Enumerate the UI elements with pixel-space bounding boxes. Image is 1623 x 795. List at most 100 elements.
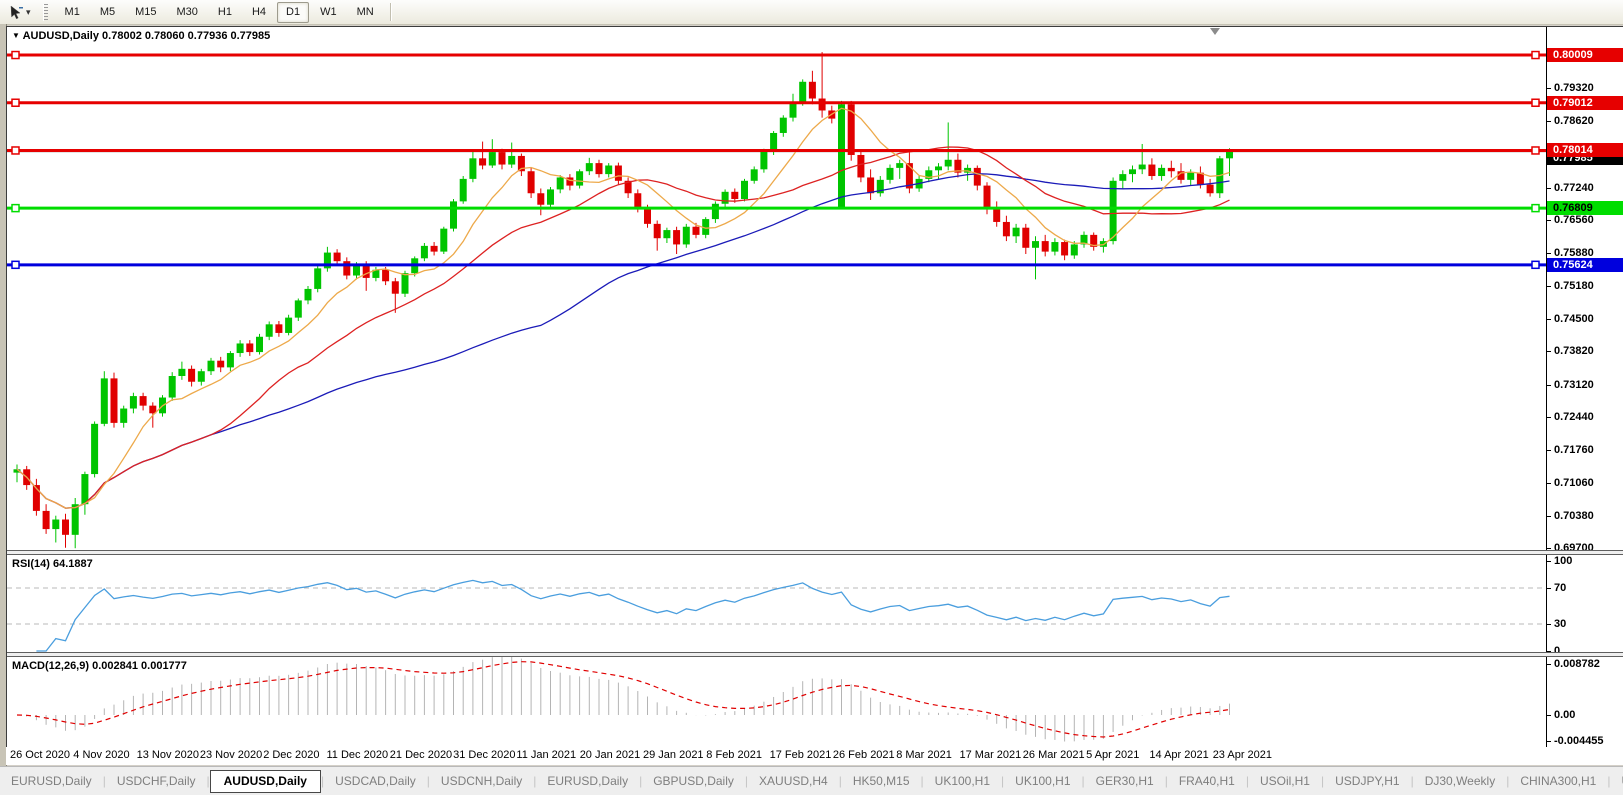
line-handle[interactable] [1532,99,1539,106]
price-axis-label: 0.73120 [1554,379,1594,391]
timeframe-button-h1[interactable]: H1 [209,2,241,23]
line-handle[interactable] [12,99,19,106]
timeframe-button-d1[interactable]: D1 [277,2,309,23]
date-label: 11 Jan 2021 [516,749,576,761]
timeframe-button-m5[interactable]: M5 [91,2,124,23]
horizontal-level-line[interactable] [7,99,1546,106]
chart-tab-gbpusd-daily[interactable]: GBPUSD,Daily [642,770,745,793]
axis-tick [1547,220,1551,221]
horizontal-level-line[interactable] [7,261,1546,268]
rsi-axis-label: 70 [1554,582,1566,594]
axis-tick [1547,319,1551,320]
macd-axis-label: 0.00 [1554,709,1575,721]
line-handle[interactable] [12,205,19,212]
line-handle[interactable] [1532,52,1539,59]
chart-tab-usdcad-daily[interactable]: USDCAD,Daily [324,770,427,793]
chart-tab-u[interactable]: U [1610,770,1623,793]
chart-tab-hk50-m15[interactable]: HK50,M15 [842,770,921,793]
chart-shift-marker-icon[interactable] [1210,28,1220,35]
chart-tab-xauusd-h4[interactable]: XAUUSD,H4 [748,770,839,793]
axis-tick [1547,417,1551,418]
rsi-chart[interactable]: RSI(14) 64.1887 [7,555,1546,652]
rsi-axis[interactable]: 10070300 [1546,555,1623,652]
time-axis[interactable]: 26 Oct 20204 Nov 202013 Nov 202023 Nov 2… [6,747,1623,765]
price-axis-label: 0.70380 [1554,510,1594,522]
axis-tick [1547,253,1551,254]
axis-tick [1547,516,1551,517]
timeframe-button-mn[interactable]: MN [348,2,383,23]
price-chart[interactable]: ▼ AUDUSD,Daily 0.78002 0.78060 0.77936 0… [7,27,1546,550]
axis-tick [1547,483,1551,484]
date-label: 8 Feb 2021 [706,749,762,761]
chart-tab-usdchf-daily[interactable]: USDCHF,Daily [106,770,207,793]
line-handle[interactable] [1532,147,1539,154]
price-axis-label: 0.75180 [1554,280,1594,292]
chart-tab-audusd-daily[interactable]: AUDUSD,Daily [210,770,321,793]
chart-tab-china300-h1[interactable]: CHINA300,H1 [1509,770,1607,793]
toolbar-grip-handle[interactable] [43,4,48,21]
price-axis[interactable]: 0.793200.786200.772400.765600.758800.751… [1546,27,1623,550]
ma-slow-line[interactable] [17,174,1230,508]
timeframe-button-h4[interactable]: H4 [243,2,275,23]
chart-tab-eurusd-daily[interactable]: EURUSD,Daily [536,770,639,793]
line-handle[interactable] [12,147,19,154]
chart-collapse-icon[interactable]: ▼ [12,31,20,40]
date-label: 21 Dec 2020 [390,749,452,761]
price-badge: 0.76809 [1547,201,1623,215]
timeframe-button-m30[interactable]: M30 [168,2,207,23]
axis-tick [1547,121,1551,122]
chart-title: ▼ AUDUSD,Daily 0.78002 0.78060 0.77936 0… [12,30,270,42]
date-label: 23 Apr 2021 [1213,749,1272,761]
candles-layer [14,52,1234,548]
chart-tab-uk100-h1[interactable]: UK100,H1 [1004,770,1081,793]
line-handle[interactable] [12,261,19,268]
line-handle[interactable] [12,52,19,59]
horizontal-level-line[interactable] [7,205,1546,212]
rsi-label: RSI(14) 64.1887 [12,558,93,570]
price-axis-label: 0.72440 [1554,411,1594,423]
chart-symbol-period: AUDUSD,Daily [23,30,99,42]
rsi-name: RSI(14) [12,558,50,570]
line-handle[interactable] [1532,205,1539,212]
price-badge: 0.80009 [1547,48,1623,62]
horizontal-level-line[interactable] [7,52,1546,59]
macd-name: MACD(12,26,9) [12,660,89,672]
date-label: 31 Dec 2020 [453,749,515,761]
chart-window: ▼ AUDUSD,Daily 0.78002 0.78060 0.77936 0… [6,26,1623,750]
price-axis-label: 0.77240 [1554,182,1594,194]
crosshair-tool-button[interactable]: ▾ [4,2,36,23]
chevron-down-icon[interactable]: ▾ [26,7,31,18]
chart-tab-fra40-h1[interactable]: FRA40,H1 [1168,770,1246,793]
price-axis-label: 0.79320 [1554,82,1594,94]
date-label: 23 Nov 2020 [200,749,262,761]
date-label: 26 Oct 2020 [10,749,70,761]
line-handle[interactable] [1532,261,1539,268]
price-badge: 0.75624 [1547,258,1623,272]
toolbar-separator [390,3,392,21]
macd-axis[interactable]: 0.0087820.00-0.004455 [1546,657,1623,749]
axis-tick [1547,624,1551,625]
chart-tab-usoil-h1[interactable]: USOil,H1 [1249,770,1321,793]
rsi-line [36,580,1229,651]
date-label: 11 Dec 2020 [327,749,389,761]
price-axis-label: 0.71060 [1554,477,1594,489]
chart-tab-usdjpy-h1[interactable]: USDJPY,H1 [1324,770,1410,793]
chart-tab-ger30-h1[interactable]: GER30,H1 [1085,770,1165,793]
price-axis-label: 0.69700 [1554,542,1594,550]
ma-mid-line[interactable] [17,147,1230,508]
rsi-pane: RSI(14) 64.1887 10070300 [7,555,1623,652]
axis-tick [1547,715,1551,716]
price-axis-label: 0.71760 [1554,444,1594,456]
ma-fast-line[interactable] [17,108,1230,508]
macd-signal-line [17,662,1230,737]
axis-tick [1547,561,1551,562]
chart-tab-usdcnh-daily[interactable]: USDCNH,Daily [430,770,533,793]
timeframe-button-w1[interactable]: W1 [311,2,346,23]
timeframe-button-m15[interactable]: M15 [126,2,165,23]
chart-tab-eurusd-daily[interactable]: EURUSD,Daily [0,770,103,793]
chart-tab-uk100-h1[interactable]: UK100,H1 [924,770,1001,793]
chart-tab-dj30-weekly[interactable]: DJ30,Weekly [1414,770,1506,793]
axis-tick [1547,88,1551,89]
timeframe-button-m1[interactable]: M1 [56,2,89,23]
macd-chart[interactable]: MACD(12,26,9) 0.002841 0.001777 [7,657,1546,749]
